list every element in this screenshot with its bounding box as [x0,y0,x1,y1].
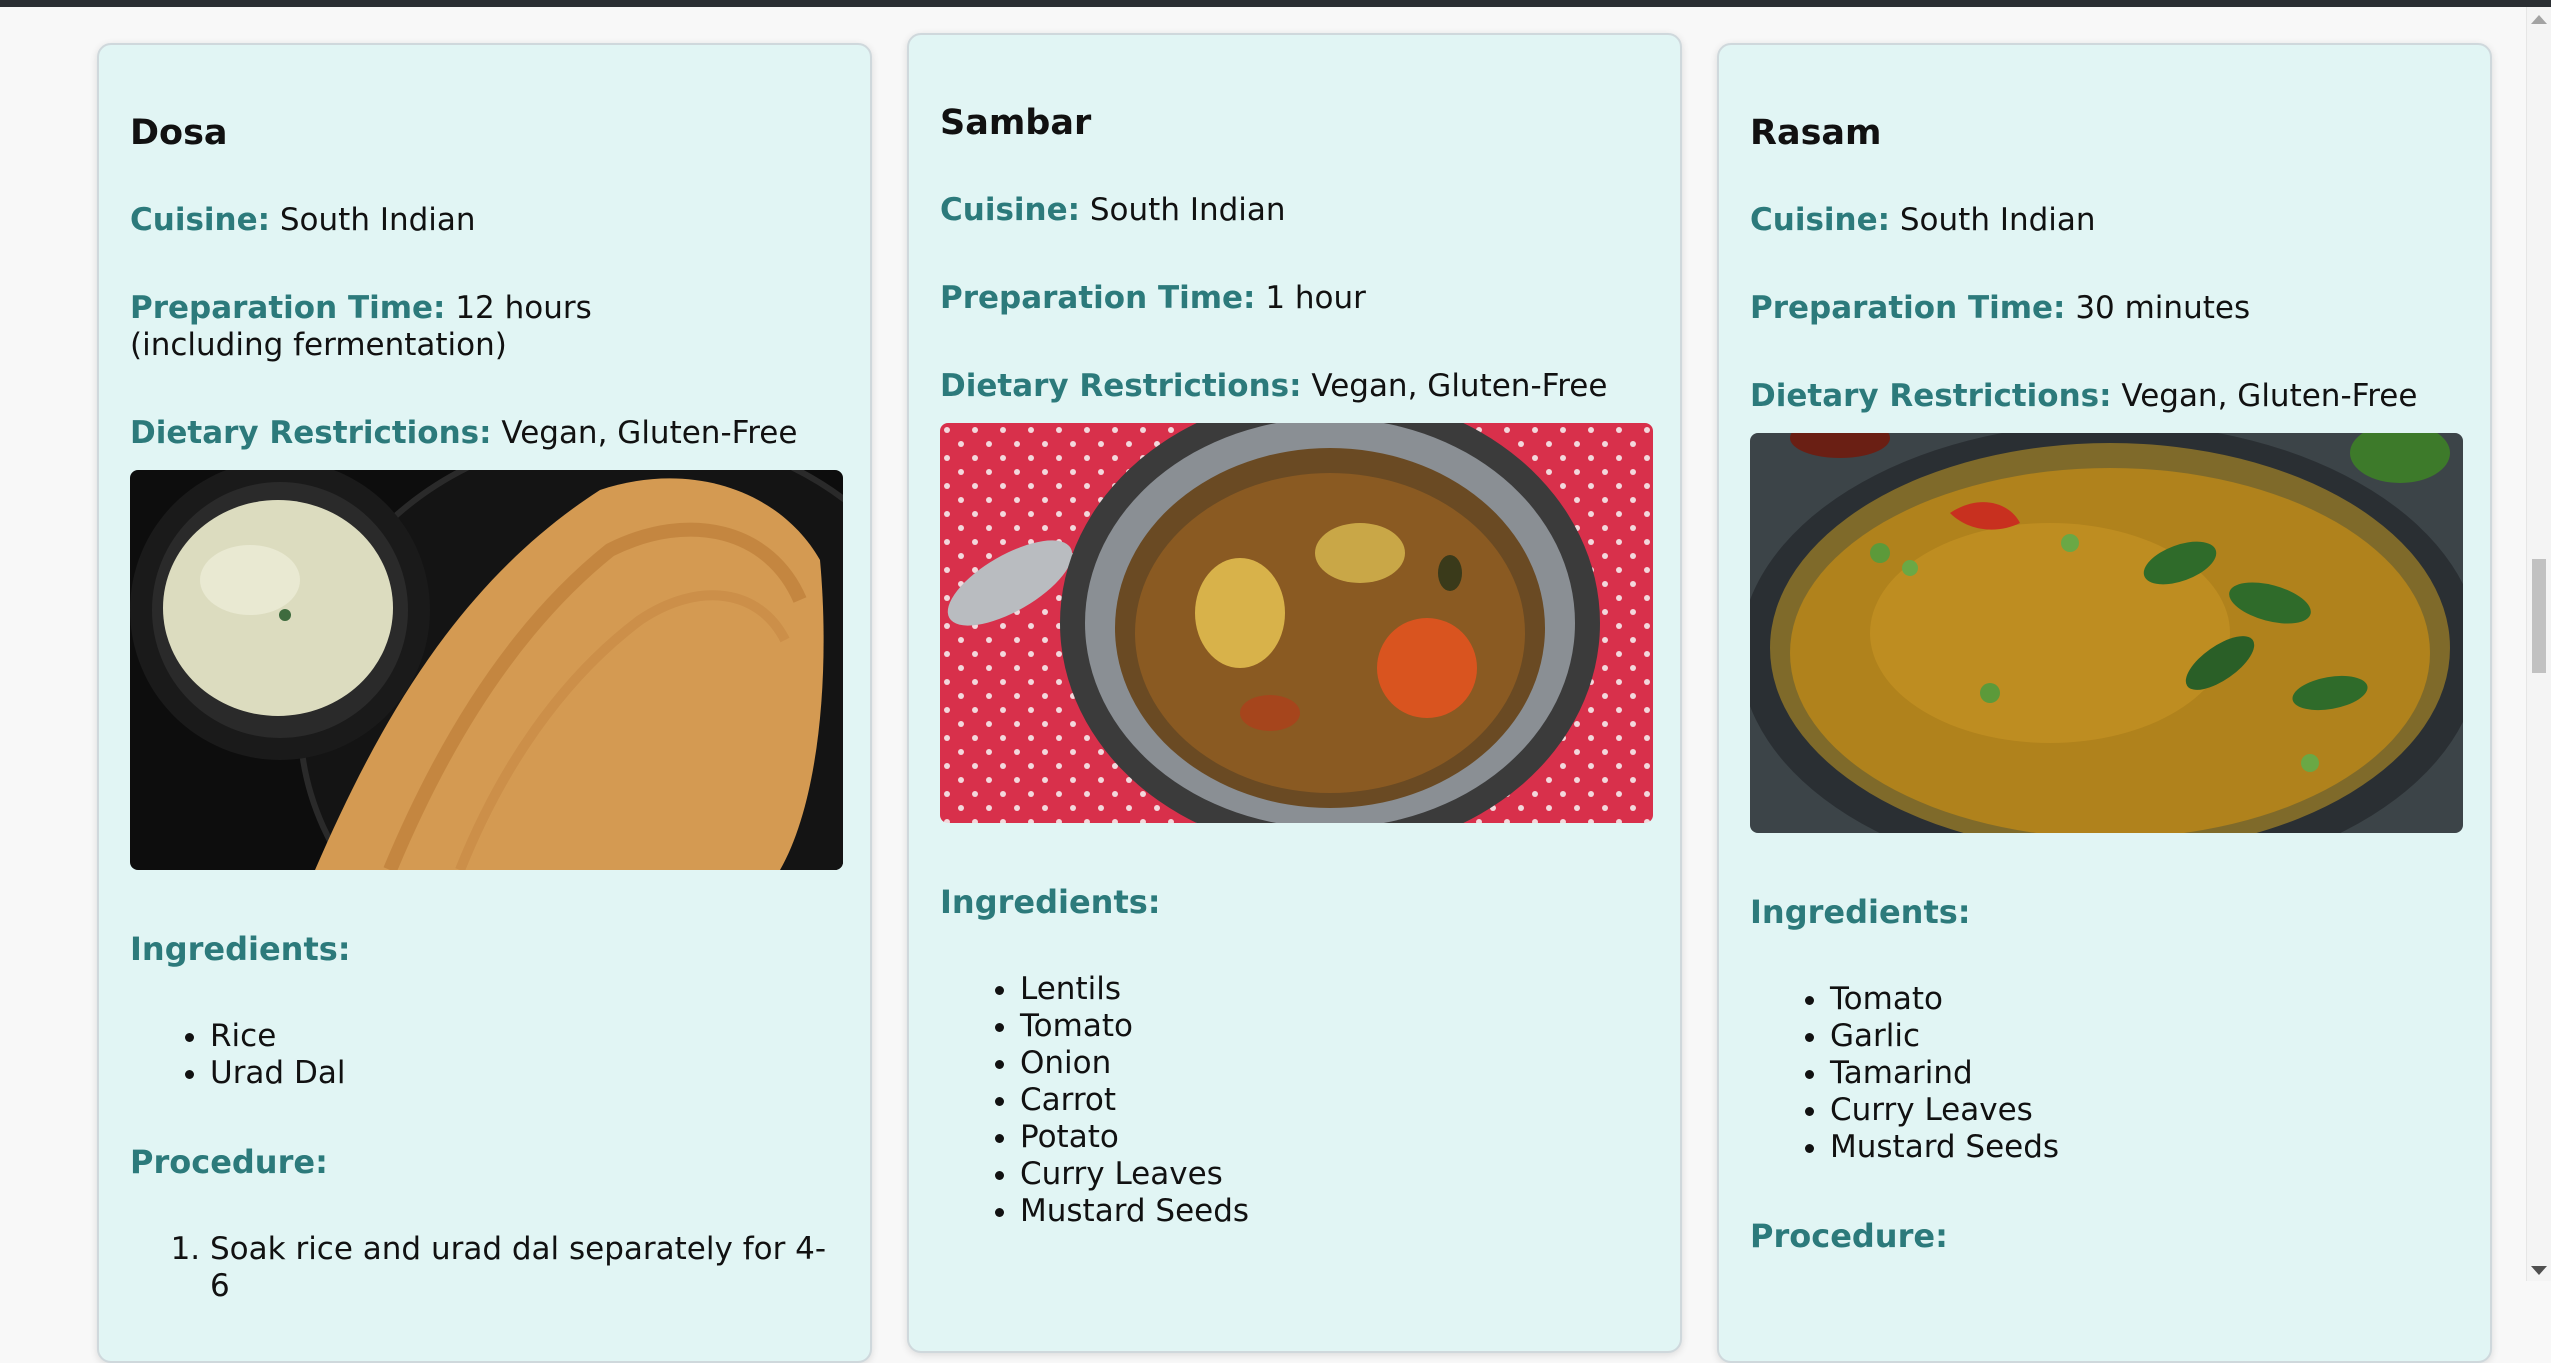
ingredients-heading: Ingredients: [1750,893,1971,931]
prep-time-value: 30 minutes [2075,290,2251,326]
recipe-card-sambar: Sambar Cuisine: South Indian Preparation… [907,33,1682,1353]
prep-time-value: 1 hour [1265,280,1366,316]
scrollbar-thumb[interactable] [2532,559,2546,673]
ingredient-item: Carrot [1020,1082,1649,1119]
ingredients-list: Lentils Tomato Onion Carrot Potato Curry… [940,971,1649,1230]
dietary-field: Dietary Restrictions: Vegan, Gluten-Free [940,368,1649,405]
cuisine-field: Cuisine: South Indian [1750,202,2459,239]
dietary-value: Vegan, Gluten-Free [1311,368,1608,404]
ingredient-item: Curry Leaves [1830,1092,2459,1129]
recipe-title: Sambar [940,103,1092,143]
vertical-scrollbar[interactable] [2526,7,2551,1281]
cuisine-field: Cuisine: South Indian [130,202,839,239]
cuisine-label: Cuisine: [940,192,1081,228]
prep-time-field: Preparation Time: 30 minutes [1750,290,2459,327]
ingredient-item: Curry Leaves [1020,1156,1649,1193]
dietary-label: Dietary Restrictions: [130,415,492,451]
dietary-value: Vegan, Gluten-Free [2121,378,2418,414]
ingredient-item: Tomato [1830,981,2459,1018]
sambar-photo [940,423,1653,823]
dietary-field: Dietary Restrictions: Vegan, Gluten-Free [1750,378,2459,415]
cuisine-value: South Indian [279,202,476,238]
scroll-down-arrow-icon[interactable] [2531,1266,2547,1275]
ingredients-list: Rice Urad Dal [130,1018,839,1092]
dosa-illustration [130,470,843,870]
ingredient-item: Potato [1020,1119,1649,1156]
recipe-title: Dosa [130,113,228,153]
ingredient-item: Rice [210,1018,839,1055]
scroll-up-arrow-icon[interactable] [2531,15,2547,24]
prep-time-label: Preparation Time: [940,280,1256,316]
ingredients-heading: Ingredients: [130,930,351,968]
ingredient-item: Tomato [1020,1008,1649,1045]
ingredient-item: Mustard Seeds [1020,1193,1649,1230]
procedure-step: Soak rice and urad dal separately for 4-… [210,1231,839,1305]
dosa-photo [130,470,843,870]
ingredient-item: Garlic [1830,1018,2459,1055]
ingredient-item: Lentils [1020,971,1649,1008]
recipe-card-rasam: Rasam Cuisine: South Indian Preparation … [1717,43,2492,1363]
ingredient-item: Onion [1020,1045,1649,1082]
procedure-list: Soak rice and urad dal separately for 4-… [130,1231,839,1305]
ingredient-item: Mustard Seeds [1830,1129,2459,1166]
dietary-label: Dietary Restrictions: [940,368,1302,404]
prep-time-label: Preparation Time: [1750,290,2066,326]
prep-time-field: Preparation Time: 12 hours (including fe… [130,290,730,364]
window-top-bar [0,0,2551,7]
recipe-title: Rasam [1750,113,1882,153]
ingredients-list: Tomato Garlic Tamarind Curry Leaves Must… [1750,981,2459,1166]
recipe-card-dosa: Dosa Cuisine: South Indian Preparation T… [97,43,872,1363]
cuisine-label: Cuisine: [1750,202,1891,238]
cuisine-value: South Indian [1089,192,1286,228]
dietary-label: Dietary Restrictions: [1750,378,2112,414]
cuisine-value: South Indian [1899,202,2096,238]
ingredient-item: Urad Dal [210,1055,839,1092]
dietary-field: Dietary Restrictions: Vegan, Gluten-Free [130,415,839,452]
cuisine-label: Cuisine: [130,202,271,238]
sambar-illustration [940,423,1653,823]
rasam-illustration [1750,433,2463,833]
cuisine-field: Cuisine: South Indian [940,192,1649,229]
procedure-heading: Procedure: [130,1143,328,1181]
procedure-heading: Procedure: [1750,1217,1948,1255]
ingredient-item: Tamarind [1830,1055,2459,1092]
rasam-photo [1750,433,2463,833]
prep-time-field: Preparation Time: 1 hour [940,280,1649,317]
ingredients-heading: Ingredients: [940,883,1161,921]
dietary-value: Vegan, Gluten-Free [501,415,798,451]
prep-time-label: Preparation Time: [130,290,446,326]
